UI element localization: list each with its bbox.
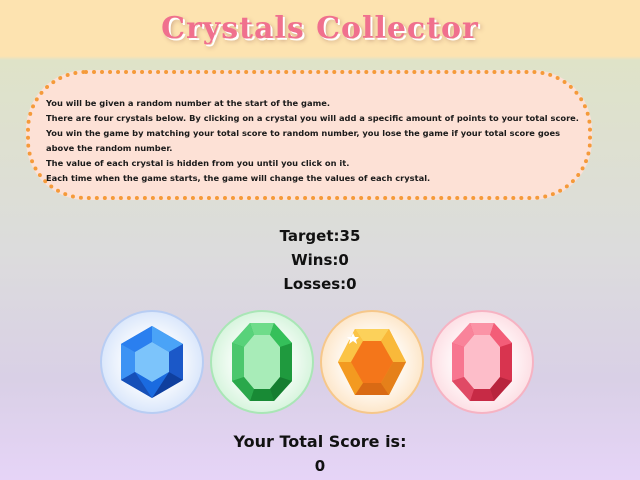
crystals-row [100, 310, 540, 420]
instruction-line: You will be given a random number at the… [46, 98, 330, 108]
total-score-value: 0 [314, 457, 326, 475]
green-emerald-gem-icon [232, 323, 292, 401]
target-number: Target:35 [279, 227, 361, 245]
instruction-line: Each time when the game starts, the game… [46, 173, 431, 183]
losses-count: Losses:0 [283, 275, 357, 293]
instructions-panel: You will be given a random number at the… [26, 70, 592, 200]
wins-count: Wins:0 [291, 251, 349, 269]
game-title: Crystals Collector [161, 10, 479, 46]
stats-panel: Target:35 Wins:0 Losses:0 [0, 224, 640, 296]
green-crystal-button[interactable] [210, 310, 314, 414]
total-score-label: Your Total Score is: [233, 432, 407, 451]
pink-crystal-button[interactable] [430, 310, 534, 414]
header-bar: Crystals Collector [0, 0, 640, 56]
blue-hexagon-gem-icon [121, 326, 183, 398]
instruction-line: You win the game by matching your total … [46, 128, 561, 153]
score-panel: Your Total Score is: 0 [0, 430, 640, 478]
instruction-line: There are four crystals below. By clicki… [46, 113, 579, 123]
pink-emerald-gem-icon [452, 323, 512, 401]
orange-hexagon-gem-icon [338, 329, 406, 395]
blue-crystal-button[interactable] [100, 310, 204, 414]
instruction-line: The value of each crystal is hidden from… [46, 158, 350, 168]
orange-crystal-button[interactable] [320, 310, 424, 414]
